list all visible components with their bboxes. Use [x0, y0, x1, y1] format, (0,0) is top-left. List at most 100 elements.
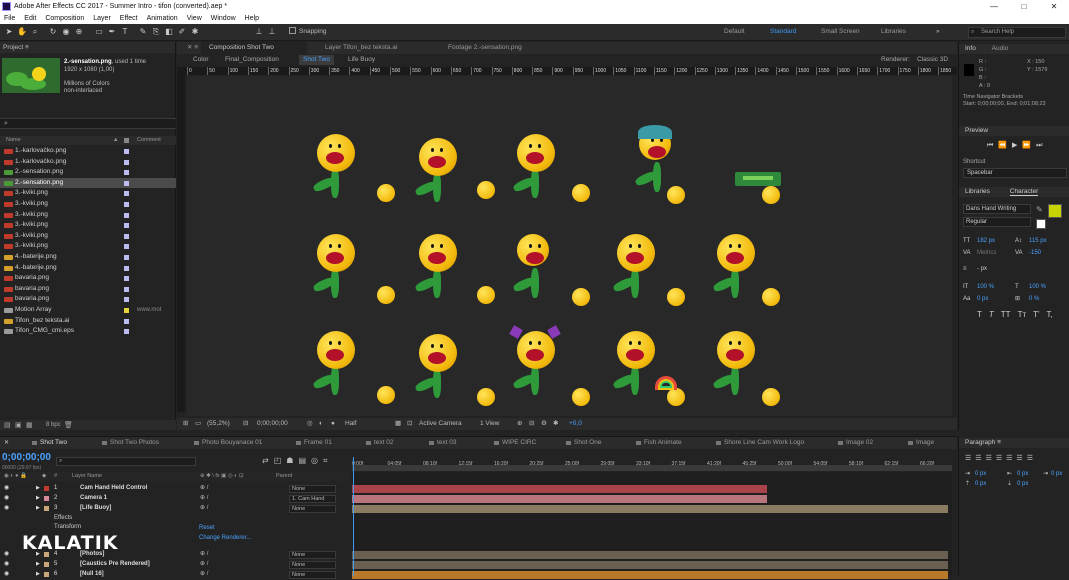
project-item[interactable]: 3.-kviki.png — [0, 210, 176, 221]
composition-canvas[interactable] — [187, 76, 952, 416]
layer-twirl-icon[interactable]: ▶ — [36, 494, 40, 504]
label-color-swatch[interactable] — [124, 307, 129, 313]
timeline-search-input[interactable]: ⌕ — [56, 457, 196, 466]
space-after-value[interactable]: 0 px — [1017, 479, 1028, 489]
project-item[interactable]: 4.-baterije.png — [0, 252, 176, 263]
axis-world-icon[interactable]: ⊥ — [267, 27, 277, 37]
label-color-swatch[interactable] — [124, 191, 129, 197]
pan-behind-tool-icon[interactable]: ⊕ — [74, 27, 84, 37]
project-item[interactable]: 3.-kviki.png — [0, 188, 176, 199]
label-color-swatch[interactable] — [124, 223, 129, 229]
project-item[interactable]: 2.-sensation.png — [0, 177, 176, 189]
minimize-button[interactable]: — — [979, 0, 1009, 13]
tab-character[interactable]: Character — [1009, 188, 1039, 196]
play-icon[interactable]: ▶ — [1012, 142, 1022, 149]
horizontal-scale-value[interactable]: 100 % — [1029, 281, 1046, 293]
last-frame-icon[interactable]: ⏭ — [1036, 142, 1047, 149]
justify-left-icon[interactable]: ☰ — [996, 454, 1002, 462]
label-column-icon[interactable] — [124, 138, 129, 143]
layer-label-color[interactable] — [44, 496, 49, 501]
breadcrumb-final-composition[interactable]: Final_Composition — [225, 55, 279, 65]
toggle-pixel-icon[interactable]: ⊕ — [517, 418, 522, 430]
project-item[interactable]: 4.-baterije.png — [0, 263, 176, 274]
interpret-footage-icon[interactable]: ▤ — [4, 421, 11, 429]
workspace-overflow-icon[interactable]: » — [936, 28, 940, 35]
tab-composition[interactable]: Composition Shot Two — [201, 42, 307, 54]
timeline-tab[interactable]: Image 02 — [836, 437, 873, 449]
tab-libraries[interactable]: Libraries — [965, 188, 990, 195]
visibility-eye-icon[interactable]: ◉ — [4, 560, 9, 570]
channel-icon[interactable]: ● — [331, 418, 335, 430]
frame-blending-icon[interactable]: ▤ — [298, 456, 306, 466]
tab-audio[interactable]: Audio — [992, 45, 1009, 52]
font-family-dropdown[interactable]: Dans Hand Writing — [963, 204, 1031, 214]
close-tab-icon[interactable]: ✕ ≡ — [179, 42, 199, 54]
always-preview-icon[interactable]: ⊞ — [183, 418, 188, 430]
maximize-button[interactable]: □ — [1009, 0, 1039, 13]
label-color-swatch[interactable] — [124, 201, 129, 207]
fill-color-swatch[interactable] — [1048, 204, 1062, 218]
menu-edit[interactable]: Edit — [24, 13, 36, 24]
project-item[interactable]: Tifon_bez teksta.ai — [0, 316, 176, 327]
next-frame-icon[interactable]: ⏩ — [1022, 142, 1036, 149]
project-item[interactable]: 3.-kviki.png — [0, 220, 176, 231]
label-color-swatch[interactable] — [124, 286, 129, 292]
label-color-swatch[interactable] — [124, 170, 129, 176]
label-color-swatch[interactable] — [124, 180, 129, 186]
layer-row[interactable]: ◉ ▶ 5 [Caustics Pre Rendered] ⊕ / None — [0, 560, 350, 570]
timeline-tab[interactable]: Image — [906, 437, 934, 449]
font-style-dropdown[interactable]: Regular — [963, 217, 1031, 227]
layer-switches[interactable]: ⊕ / — [200, 504, 208, 514]
small-caps-button[interactable]: Tт — [1018, 310, 1027, 319]
close-button[interactable]: ✕ — [1039, 0, 1069, 13]
sort-icon[interactable]: ▲ — [113, 136, 118, 145]
target-region-icon[interactable]: ⊡ — [407, 418, 412, 430]
project-item[interactable]: bavaria.png — [0, 294, 176, 305]
search-help-input[interactable]: ⌕ Search Help — [968, 27, 1066, 38]
font-size-value[interactable]: 182 px — [977, 235, 995, 247]
menu-view[interactable]: View — [187, 13, 202, 24]
layer-switches[interactable]: ⊕ / — [200, 560, 208, 570]
menu-effect[interactable]: Effect — [120, 13, 138, 24]
flowchart-icon[interactable]: ✱ — [553, 418, 558, 430]
project-item[interactable]: bavaria.png — [0, 284, 176, 295]
zoom-dropdown[interactable]: (55,2%) — [207, 418, 230, 430]
label-color-swatch[interactable] — [124, 149, 129, 154]
label-color-swatch[interactable] — [124, 212, 129, 218]
layer-switches[interactable]: ⊕ / — [200, 494, 208, 504]
project-item[interactable]: 1.-karlovačko.png — [0, 157, 176, 168]
kerning-value[interactable]: Metrics — [977, 247, 996, 259]
project-item[interactable]: 3.-kviki.png — [0, 231, 176, 242]
layer-row[interactable]: ◉ ▶ 3 [Life Buoy] ⊕ / None — [0, 504, 350, 514]
faux-italic-button[interactable]: T — [989, 310, 994, 319]
project-item[interactable]: 2.-sensation.png — [0, 167, 176, 178]
camera-dropdown[interactable]: Active Camera — [419, 418, 462, 430]
timeline-tab[interactable]: text 03 — [427, 437, 457, 449]
snapping-checkbox[interactable] — [289, 27, 296, 34]
label-color-swatch[interactable] — [124, 244, 129, 250]
current-time-display[interactable]: 0;00;00;00 — [2, 452, 51, 463]
fast-preview-icon[interactable]: ⚙ — [541, 418, 547, 430]
motion-blur-icon[interactable]: ◎ — [311, 456, 318, 466]
delete-icon[interactable]: 🗑 — [64, 421, 73, 429]
timeline-tab[interactable]: Frame 01 — [294, 437, 332, 449]
layer-duration-bar[interactable] — [352, 571, 948, 579]
label-color-swatch[interactable] — [124, 265, 129, 271]
bit-depth-button[interactable]: 8 bpc — [46, 422, 61, 428]
reset-link[interactable]: Reset — [199, 523, 251, 533]
align-right-icon[interactable]: ☰ — [986, 454, 992, 462]
timeline-tab[interactable]: Photo Bouyanace 01 — [192, 437, 262, 449]
current-time-indicator[interactable] — [353, 457, 354, 576]
snapshot-icon[interactable]: ◎ — [307, 418, 313, 430]
project-item[interactable]: 1.-karlovačko.png — [0, 146, 176, 157]
breadcrumb-color[interactable]: Color — [193, 55, 209, 65]
align-left-icon[interactable]: ☰ — [965, 454, 971, 462]
grid-icon[interactable]: ⊟ — [243, 418, 248, 430]
axis-local-icon[interactable]: ⊥ — [254, 27, 264, 37]
name-column-header[interactable]: Name — [6, 136, 21, 145]
superscript-button[interactable]: T' — [1033, 310, 1039, 319]
parent-dropdown[interactable]: None — [289, 571, 336, 579]
parent-dropdown[interactable]: None — [289, 561, 336, 569]
layer-switches[interactable]: ⊕ / — [200, 484, 208, 494]
vertical-scale-value[interactable]: 100 % — [977, 281, 994, 293]
